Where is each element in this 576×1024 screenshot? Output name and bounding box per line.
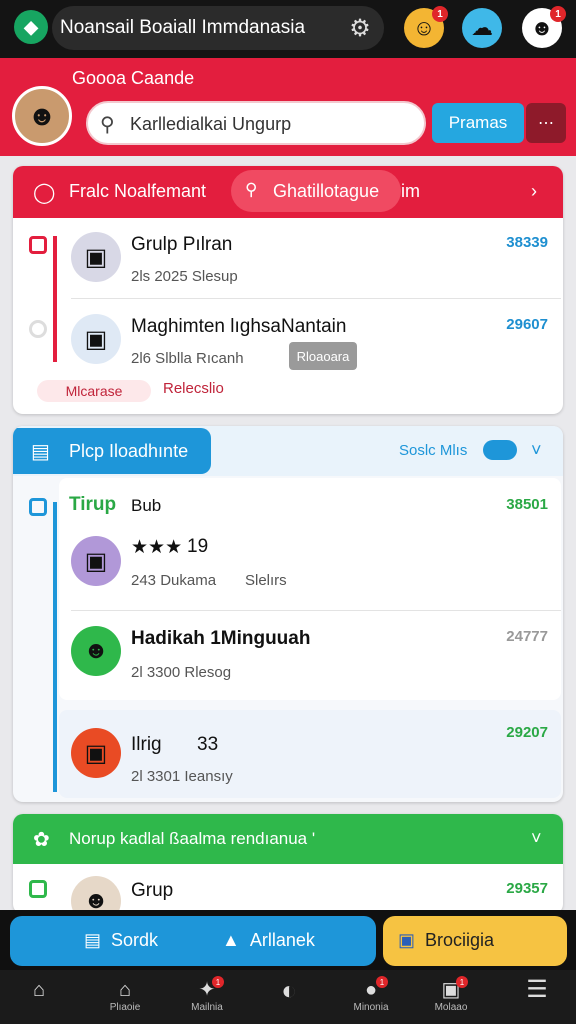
menu-icon: ☰ [526,976,548,1003]
group-name-suffix: Bub [131,496,162,515]
broadcast-icon: ▣ [398,930,416,950]
chip-label: Ghatillotague [273,181,380,201]
broadcast-item: ▣ Brociigia [398,930,494,951]
nav-badge: 1 [456,976,468,988]
calendar-icon: ▤ [84,930,102,950]
section-extra: im [401,181,420,201]
divider [71,298,561,299]
group-name[interactable]: Tirup [69,494,116,516]
see-more-link[interactable]: Soslc Mlıs [399,442,467,459]
group-meta: 243 Dukama [131,572,217,589]
timeline-marker [29,320,47,338]
group-avatar[interactable]: ☻ [71,626,121,676]
group-count: 29357 [506,880,548,897]
nav-item-center[interactable]: ◐ [254,975,324,1022]
timeline-line [53,236,57,362]
chevron-down-icon[interactable]: ˅ [531,440,542,461]
group-name[interactable]: Grulp Pılran [131,234,232,256]
group-count: 24777 [506,628,548,645]
group-meta: 2ls 2025 Slesup [131,268,238,285]
home-icon: ⌂ [32,979,46,1001]
broadcast-label: Brociigia [425,930,495,950]
shield-icon: ◯ [33,182,56,204]
group-meta: 2l6 Slblla Rıcanh [131,350,244,367]
sort-button[interactable]: ▤ Sordk [84,930,158,951]
app-title: Noansail Boaiall Immdanasia [60,17,306,38]
notification-badge: 1 [432,6,448,22]
group-name[interactable]: 19 [187,536,208,558]
shop-icon: ▲ [222,930,240,950]
search-icon: ⚲ [100,114,115,136]
user-avatar[interactable]: ☻ [12,86,72,146]
filter-link[interactable]: Relecslio [163,380,224,397]
nav-item-molaao[interactable]: ▣ Molaao 1 [416,976,486,1022]
nav-home[interactable]: ⌂ [4,978,74,1022]
chat-bubble-icon [483,440,517,460]
circle-icon: ◐ [281,975,297,1005]
more-options-button[interactable]: ⋯ [526,103,566,143]
section-title: Fralc Noalfemant [69,181,207,201]
search-icon: ⚲ [245,180,258,199]
section-title: Plcp Iloadhınte [69,441,189,461]
profile-badge: 1 [550,6,566,22]
timeline-line [53,502,57,792]
app-logo-icon[interactable]: ◆ [14,10,48,44]
action-group-primary [10,916,376,966]
group-number: 33 [197,734,219,755]
chevron-right-icon[interactable]: › [531,181,537,202]
group-tag[interactable]: Rloaoara [289,342,357,370]
user-name: Goooa Caande [72,68,195,88]
section-card-2: ▤ Plcp Iloadhınte Soslc Mlıs ˅ Tirup Bub… [13,426,563,802]
timeline-marker [29,498,47,516]
group-name[interactable]: Maghimten lıghsaNantain [131,316,346,338]
timeline-marker [29,880,47,898]
group-count: 38501 [506,496,548,513]
chevron-down-icon[interactable]: ˅ [531,828,542,849]
rating-stars: ★★★ [131,537,183,558]
inbox-icon: ▤ [31,441,50,463]
nav-item-minonia[interactable]: ● Minonia 1 [336,976,406,1022]
group-name[interactable]: Ilrig [131,734,162,756]
shop-button[interactable]: ▲ Arllanek [222,930,315,951]
group-count: 29207 [506,724,548,741]
section-card-3: ✿ Norup kadlal ßaalma rendıanua ' ˅ ☻ Gr… [13,814,563,914]
group-avatar[interactable]: ▣ [71,536,121,586]
group-count: 29607 [506,316,548,333]
section-title: Norup kadlal ßaalma rendıanua ' [69,829,316,848]
section-card-1: ◯ Fralc Noalfemant ⚲ Ghatillotague im › … [13,166,563,414]
group-name[interactable]: Hadikah 1Minguuah [131,628,310,650]
search-value: Karlledialkai Ungurp [130,114,292,134]
nav-item-mail[interactable]: ✦ Mailnia 1 [172,976,242,1022]
nav-badge: 1 [376,976,388,988]
gear-icon[interactable]: ⚙ [344,12,376,44]
group-meta: Slelırs [245,572,287,589]
shop-label: Arllanek [249,930,315,950]
primary-button[interactable]: Pramas [432,103,524,143]
group-name[interactable]: Grup [131,880,173,902]
leaf-icon: ✿ [33,829,50,851]
chat-bubble-icon[interactable]: ☁ [462,8,502,48]
group-meta: 2l 3301 Ieansıy [131,768,233,785]
nav-menu[interactable]: ☰ [502,978,572,1022]
house-icon: ⌂ [118,979,132,1001]
sort-label: Sordk [111,930,159,950]
group-avatar[interactable]: ▣ [71,314,121,364]
divider [71,610,561,611]
group-avatar[interactable]: ☻ [71,876,121,914]
group-avatar[interactable]: ▣ [71,232,121,282]
filter-chip[interactable]: Mlcarase [37,380,151,402]
nav-item-places[interactable]: ⌂ Plıaoie [90,978,160,1022]
timeline-marker [29,236,47,254]
group-meta: 2l 3300 Rlesog [131,664,232,681]
group-avatar[interactable]: ▣ [71,728,121,778]
group-count: 38339 [506,234,548,251]
nav-badge: 1 [212,976,224,988]
